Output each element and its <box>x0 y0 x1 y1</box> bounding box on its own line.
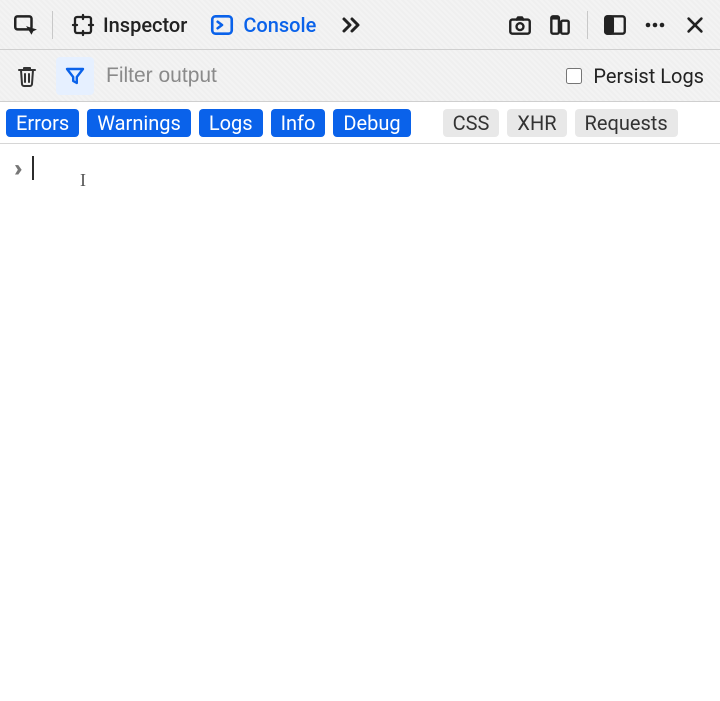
separator <box>52 11 53 39</box>
responsive-design-icon[interactable] <box>541 6 579 44</box>
tab-console[interactable]: Console <box>199 6 326 44</box>
console-icon <box>209 12 235 38</box>
text-cursor-icon: I <box>80 170 86 191</box>
persist-logs-label: Persist Logs <box>593 64 704 88</box>
filter-requests[interactable]: Requests <box>575 109 678 137</box>
console-category-bar: Errors Warnings Logs Info Debug CSS XHR … <box>0 102 720 144</box>
console-prompt[interactable]: ›› <box>14 154 34 182</box>
separator <box>587 11 588 39</box>
console-filterbar: Persist Logs <box>0 50 720 102</box>
filter-logs[interactable]: Logs <box>199 109 263 137</box>
filter-output-input[interactable] <box>104 50 552 101</box>
console-output-area[interactable]: ›› I <box>0 144 720 701</box>
filter-warnings[interactable]: Warnings <box>87 109 191 137</box>
filter-errors[interactable]: Errors <box>6 109 79 137</box>
close-devtools-icon[interactable] <box>676 6 714 44</box>
filter-info[interactable]: Info <box>271 109 326 137</box>
text-caret <box>32 156 34 180</box>
persist-logs-toggle[interactable]: Persist Logs <box>562 64 712 88</box>
kebab-menu-icon[interactable] <box>636 6 674 44</box>
overflow-tabs-icon[interactable] <box>332 6 370 44</box>
filter-xhr[interactable]: XHR <box>507 109 566 137</box>
inspector-icon <box>71 13 95 37</box>
screenshot-icon[interactable] <box>501 6 539 44</box>
tab-console-label: Console <box>243 13 316 37</box>
clear-console-icon[interactable] <box>8 57 46 95</box>
tab-inspector[interactable]: Inspector <box>61 7 197 43</box>
filter-toggle-icon[interactable] <box>56 57 94 95</box>
devtools-tabbar: Inspector Console <box>0 0 720 50</box>
pick-element-icon[interactable] <box>6 6 44 44</box>
persist-logs-checkbox[interactable] <box>566 68 582 84</box>
filter-debug[interactable]: Debug <box>333 109 410 137</box>
dock-side-icon[interactable] <box>596 6 634 44</box>
filter-css[interactable]: CSS <box>443 109 500 137</box>
tab-inspector-label: Inspector <box>103 13 187 37</box>
prompt-chevron-icon: ›› <box>14 154 16 182</box>
